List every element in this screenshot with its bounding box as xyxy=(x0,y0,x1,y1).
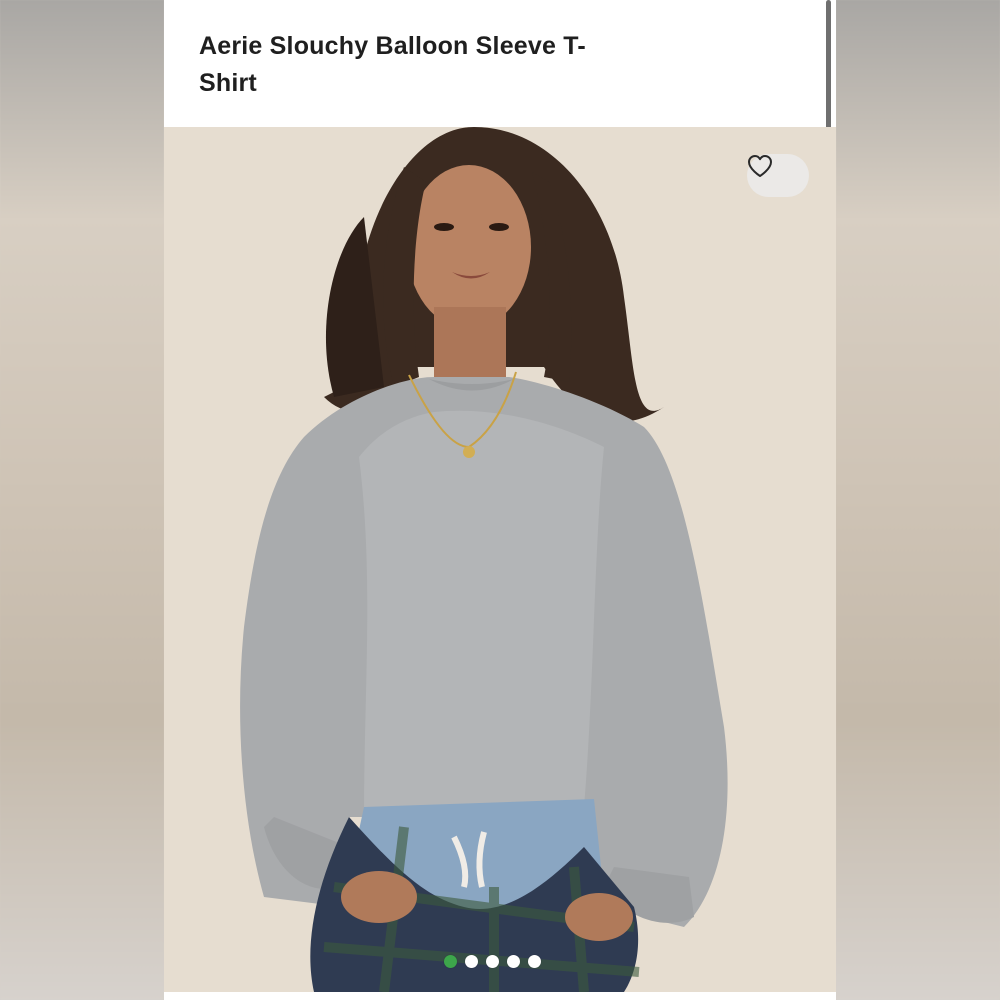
product-photo-illustration xyxy=(164,127,836,992)
backdrop-right xyxy=(836,0,1000,1000)
gallery-dot-5[interactable] xyxy=(528,955,541,968)
product-title: Aerie Slouchy Balloon Sleeve T-Shirt xyxy=(199,32,586,97)
product-image[interactable] xyxy=(164,127,836,992)
scrollbar[interactable] xyxy=(826,0,831,132)
gallery-dot-2[interactable] xyxy=(465,955,478,968)
gallery-pagination xyxy=(444,955,541,968)
gallery-dot-3[interactable] xyxy=(486,955,499,968)
backdrop-left xyxy=(0,0,164,1000)
gallery-dot-1[interactable] xyxy=(444,955,457,968)
product-screen: Aerie Slouchy Balloon Sleeve T-Shirt xyxy=(164,0,836,1000)
bottom-strip xyxy=(164,992,836,1000)
favorite-button[interactable] xyxy=(747,154,809,197)
gallery-dot-4[interactable] xyxy=(507,955,520,968)
product-header: Aerie Slouchy Balloon Sleeve T-Shirt xyxy=(164,0,836,132)
